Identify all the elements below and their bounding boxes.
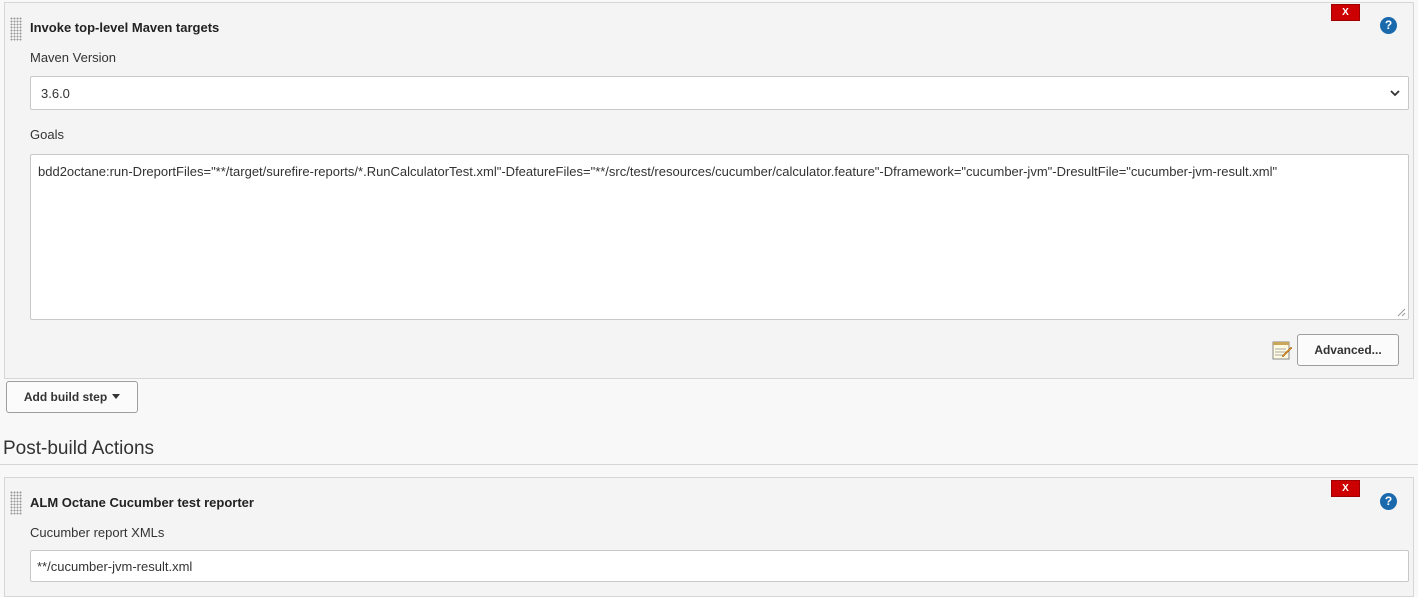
drag-handle-icon[interactable] — [10, 17, 22, 41]
reporter-panel: ALM Octane Cucumber test reporter X ? Cu… — [4, 477, 1414, 597]
drag-handle-icon[interactable] — [10, 491, 22, 515]
chevron-down-icon — [1390, 90, 1400, 97]
help-icon[interactable]: ? — [1380, 17, 1397, 34]
maven-version-value: 3.6.0 — [41, 86, 70, 101]
cucumber-xml-label: Cucumber report XMLs — [30, 525, 165, 540]
maven-version-label: Maven Version — [30, 50, 116, 65]
add-build-step-label: Add build step — [23, 390, 108, 404]
post-build-heading: Post-build Actions — [3, 438, 155, 459]
goals-value: bdd2octane:run-DreportFiles="**/target/s… — [38, 164, 1278, 179]
goals-label: Goals — [30, 127, 64, 142]
resize-grip-icon[interactable] — [1397, 308, 1406, 317]
build-step-title: Invoke top-level Maven targets — [30, 20, 220, 35]
delete-reporter-button[interactable]: X — [1331, 480, 1360, 497]
help-icon[interactable]: ? — [1380, 493, 1397, 510]
maven-version-select[interactable]: 3.6.0 — [30, 76, 1409, 110]
caret-down-icon — [112, 394, 121, 400]
reporter-title: ALM Octane Cucumber test reporter — [30, 495, 254, 510]
notepad-edit-icon[interactable] — [1271, 339, 1293, 361]
cucumber-xml-value: **/cucumber-jvm-result.xml — [37, 559, 193, 574]
add-build-step-button[interactable]: Add build step — [6, 381, 138, 413]
advanced-button[interactable]: Advanced... — [1297, 334, 1399, 366]
section-divider — [0, 464, 1418, 465]
cucumber-xml-input[interactable]: **/cucumber-jvm-result.xml — [30, 550, 1409, 582]
delete-build-step-button[interactable]: X — [1331, 4, 1360, 21]
build-step-panel: Invoke top-level Maven targets X ? Maven… — [4, 2, 1414, 379]
goals-textarea[interactable]: bdd2octane:run-DreportFiles="**/target/s… — [30, 154, 1409, 320]
